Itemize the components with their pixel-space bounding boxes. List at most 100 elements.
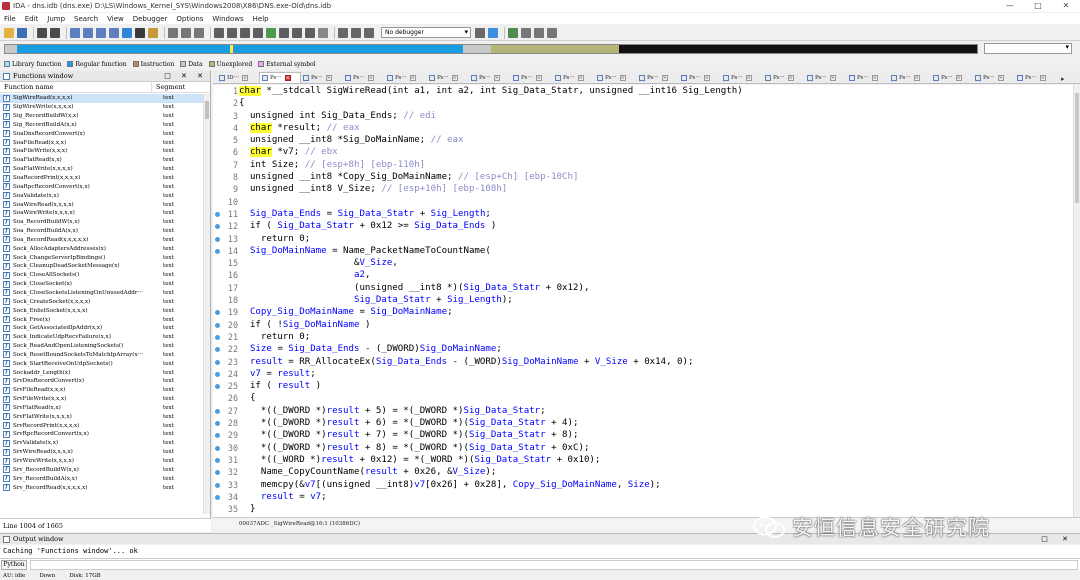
tab-close-icon[interactable]: ×: [535, 74, 542, 81]
tab-close-icon[interactable]: ×: [284, 75, 291, 81]
function-row[interactable]: f SrvFileRead(x,x,x) text: [0, 386, 204, 395]
pseudocode-view[interactable]: 1 char *__stdcall SigWireRead(int a1, int…: [213, 85, 1073, 517]
code-line[interactable]: 9 unsigned __int8 V_Size; // [esp+10h] […: [213, 183, 1073, 195]
code-line[interactable]: 21 return 0;: [213, 331, 1073, 343]
function-row[interactable]: f SoaFlatWrite(x,x,x,x) text: [0, 165, 204, 174]
code-line[interactable]: 20 if ( !Sig_DoMainName ): [213, 319, 1073, 331]
tab-5[interactable]: Ps··· ×: [427, 72, 469, 83]
menu-view[interactable]: View: [107, 15, 124, 23]
function-row[interactable]: f Sig_RecordBuildW(x,x) text: [0, 112, 204, 121]
undefine-icon[interactable]: [109, 27, 119, 38]
tab-close-icon[interactable]: ×: [325, 74, 332, 81]
command-input[interactable]: [30, 559, 1078, 570]
tab-19[interactable]: Ps··· ×: [1015, 72, 1057, 83]
tab-14[interactable]: Ps··· ×: [805, 72, 847, 83]
forward-arrow-icon[interactable]: [50, 27, 60, 38]
tab-9[interactable]: Ps··· ×: [595, 72, 637, 83]
tab-10[interactable]: Ps··· ×: [637, 72, 679, 83]
menu-help[interactable]: Help: [253, 15, 269, 23]
function-row[interactable]: f Sock_StartReceiveOnUdpSockets() text: [0, 359, 204, 368]
function-row[interactable]: f Sig_RecordBuildA(x,x) text: [0, 121, 204, 130]
layout-icon[interactable]: [521, 27, 531, 38]
function-row[interactable]: f Soa_RecordBuildW(x,x) text: [0, 218, 204, 227]
function-row[interactable]: f Sock_GetAssociatedIpAddr(x,x) text: [0, 324, 204, 333]
tab-close-icon[interactable]: ×: [1039, 74, 1046, 81]
tab-2[interactable]: Ps··· ×: [301, 72, 343, 83]
data-icon[interactable]: [96, 27, 106, 38]
code-line[interactable]: 23 result = RR_AllocateEx(Sig_Data_Ends …: [213, 356, 1073, 368]
function-row[interactable]: f Sock_CloseSocket(x) text: [0, 280, 204, 289]
function-row[interactable]: f SoaValidate(x,x) text: [0, 191, 204, 200]
tab-4[interactable]: Ps··· ×: [385, 72, 427, 83]
function-row[interactable]: f Sock_ReadAndOpenListeningSockets() text: [0, 342, 204, 351]
code-line[interactable]: 31 *((_WORD *)result + 0x12) = *(_WORD *…: [213, 454, 1073, 466]
code-line[interactable]: 30 *((_DWORD *)result + 8) = *(_DWORD *)…: [213, 442, 1073, 454]
function-row[interactable]: f SrvFlatWrite(x,x,x,x) text: [0, 412, 204, 421]
graph-icon[interactable]: [214, 27, 224, 38]
back-arrow-icon[interactable]: [37, 27, 47, 38]
tab-close-icon[interactable]: ×: [787, 74, 794, 81]
tab-close-icon[interactable]: ×: [829, 74, 836, 81]
tab-3[interactable]: Ps··· ×: [343, 72, 385, 83]
save-icon[interactable]: [17, 27, 27, 38]
function-row[interactable]: f SoaWireWrite(x,x,x,x) text: [0, 209, 204, 218]
code-line[interactable]: 16 a2,: [213, 269, 1073, 281]
pause-icon[interactable]: [351, 27, 361, 38]
stop-icon[interactable]: [364, 27, 374, 38]
tab-17[interactable]: Ps··· ×: [931, 72, 973, 83]
tab-close-icon[interactable]: ×: [703, 74, 710, 81]
tab-close-icon[interactable]: ×: [409, 74, 416, 81]
code-line[interactable]: 15 &V_Size,: [213, 257, 1073, 269]
tab-15[interactable]: Ps··· ×: [847, 72, 889, 83]
function-row[interactable]: f Sockaddr_Length(x) text: [0, 368, 204, 377]
function-row[interactable]: f SrvValidate(x,x) text: [0, 439, 204, 448]
tab-close-icon[interactable]: ×: [493, 74, 500, 81]
code-icon[interactable]: [83, 27, 93, 38]
code-line[interactable]: 1 char *__stdcall SigWireRead(int a1, int…: [213, 85, 1073, 97]
navigation-band[interactable]: [4, 43, 978, 54]
code-line[interactable]: 13 return 0;: [213, 233, 1073, 245]
code-line[interactable]: 5 unsigned __int8 *Sig_DoMainName; // ea…: [213, 134, 1073, 146]
tab-close-icon[interactable]: ×: [871, 74, 878, 81]
code-line[interactable]: 7 int Size; // [esp+8h] [ebp-110h]: [213, 159, 1073, 171]
function-row[interactable]: f Sock_CloseAllSockets() text: [0, 271, 204, 280]
function-row[interactable]: f Sock_CleanupDeadSocketMessage(x) text: [0, 262, 204, 271]
refresh-icon[interactable]: [488, 27, 498, 38]
tab-close-icon[interactable]: ×: [913, 74, 920, 81]
function-row[interactable]: f SrvFlatRead(x,x) text: [0, 404, 204, 413]
tab-close-icon[interactable]: ×: [955, 74, 962, 81]
function-row[interactable]: f SigWireWrite(x,x,x,x) text: [0, 103, 204, 112]
function-row[interactable]: f SrvRpcRecordConvert(x,x) text: [0, 430, 204, 439]
tools-icon[interactable]: [547, 27, 557, 38]
tab-13[interactable]: Ps··· ×: [763, 72, 805, 83]
function-row[interactable]: f Sock_CloseSocketsListeningOnUnusedAddr·…: [0, 289, 204, 298]
menu-debugger[interactable]: Debugger: [133, 15, 168, 23]
code-line[interactable]: 34 result = v7;: [213, 491, 1073, 503]
code-line[interactable]: 18 Sig_Data_Statr + Sig_Length);: [213, 294, 1073, 306]
menu-options[interactable]: Options: [176, 15, 203, 23]
code-line[interactable]: 2{: [213, 97, 1073, 109]
function-row[interactable]: f SoaRecordPrint(x,x,x,x) text: [0, 174, 204, 183]
minimize-button[interactable]: —: [996, 0, 1024, 12]
tab-close-icon[interactable]: ×: [619, 74, 626, 81]
tab-7[interactable]: Ps··· ×: [511, 72, 553, 83]
python-language-button[interactable]: Python: [1, 559, 27, 570]
code-line[interactable]: 3 unsigned int Sig_Data_Ends; // edi: [213, 110, 1073, 122]
search-icon[interactable]: [148, 27, 158, 38]
function-row[interactable]: f SigWireRead(x,x,x,x) text: [0, 94, 204, 103]
function-row[interactable]: f Soa_RecordBuildA(x,x) text: [0, 227, 204, 236]
tab-close-icon[interactable]: ×: [745, 74, 752, 81]
menu-windows[interactable]: Windows: [212, 15, 243, 23]
play-icon[interactable]: [338, 27, 348, 38]
function-row[interactable]: f Sock_ChangeServerIpBindings() text: [0, 253, 204, 262]
code-line[interactable]: 10: [213, 196, 1073, 208]
code-line[interactable]: 4 char *result; // eax: [213, 122, 1073, 134]
open-folder-icon[interactable]: [4, 27, 14, 38]
function-row[interactable]: f SoaDnsRecordConvert(x) text: [0, 129, 204, 138]
function-row[interactable]: f Soa_RecordRead(x,x,x,x,x) text: [0, 236, 204, 245]
output-window-controls[interactable]: □ ✕: [1041, 535, 1074, 543]
code-line[interactable]: 29 *((_DWORD *)result + 7) = *(_DWORD *)…: [213, 429, 1073, 441]
checkbox-icon[interactable]: [508, 27, 518, 38]
xref-icon[interactable]: [240, 27, 250, 38]
function-row[interactable]: f SoaWireRead(x,x,x,x) text: [0, 200, 204, 209]
